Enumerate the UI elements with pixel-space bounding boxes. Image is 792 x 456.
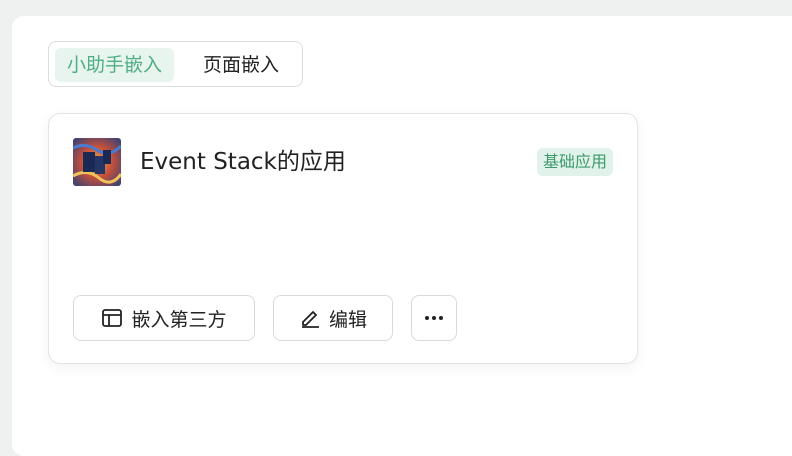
embed-third-party-label: 嵌入第三方	[131, 308, 227, 331]
more-options-button[interactable]	[411, 295, 457, 341]
tab-page-embed[interactable]: 页面嵌入	[191, 48, 291, 82]
app-type-badge: 基础应用	[536, 148, 613, 176]
app-title: Event Stack的应用	[140, 149, 346, 175]
edit-button[interactable]: 编辑	[273, 295, 393, 341]
embed-mode-tabs: 小助手嵌入 页面嵌入	[48, 41, 303, 87]
more-dots-icon	[424, 315, 444, 321]
embed-third-party-button[interactable]: 嵌入第三方	[73, 295, 255, 341]
event-stack-app-icon	[73, 138, 121, 186]
pencil-icon	[299, 307, 321, 329]
edit-label: 编辑	[328, 308, 367, 331]
app-card[interactable]: Event Stack的应用 基础应用 嵌入第三方 编辑	[48, 113, 638, 364]
browser-window-icon	[101, 307, 123, 329]
tab-assistant-embed[interactable]: 小助手嵌入	[55, 48, 175, 82]
